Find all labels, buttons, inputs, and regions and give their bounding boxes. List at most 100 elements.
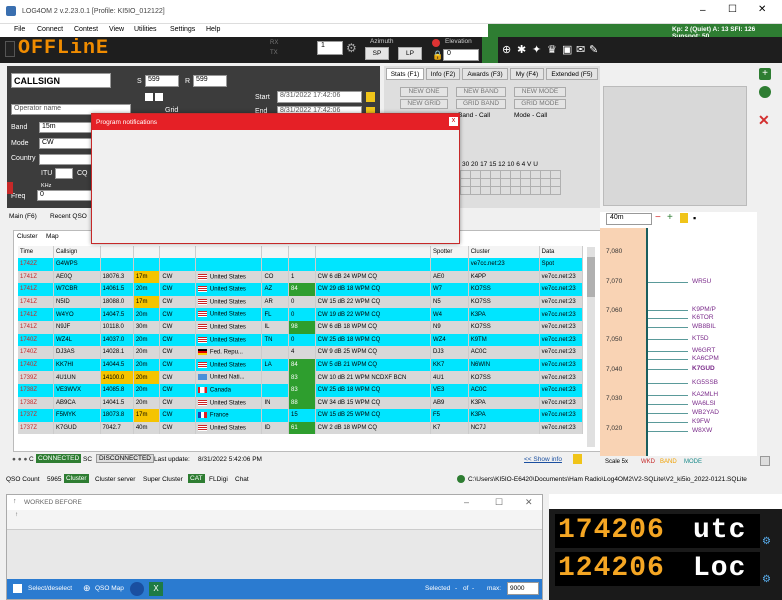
qso-map-button[interactable]: QSO Map: [95, 585, 124, 592]
spot-callsign[interactable]: K9FW: [692, 418, 710, 425]
rig-spin[interactable]: 1: [317, 41, 343, 55]
super-cluster-label[interactable]: Super Cluster: [143, 476, 183, 483]
excel-icon[interactable]: X: [149, 582, 163, 596]
menu-utilities[interactable]: Utilities: [134, 26, 157, 33]
tab-map[interactable]: Map: [46, 233, 59, 240]
menu-settings[interactable]: Settings: [170, 26, 195, 33]
antenna-icon[interactable]: [482, 37, 498, 63]
disconnected-button[interactable]: DISCONNECTED: [96, 454, 155, 463]
scroll-thumb[interactable]: [587, 257, 595, 297]
col-time[interactable]: Time: [18, 246, 54, 258]
start-lock-icon[interactable]: [366, 92, 375, 102]
col-state[interactable]: [261, 246, 290, 258]
lp-button[interactable]: LP: [398, 47, 422, 60]
clock-settings-icon[interactable]: ⚙: [762, 536, 771, 547]
col-mode[interactable]: [159, 246, 196, 258]
worked-minimize-icon[interactable]: –: [464, 497, 469, 507]
worked-close-icon[interactable]: ✕: [525, 497, 533, 508]
worked-maximize-icon[interactable]: ☐: [495, 497, 503, 508]
clear-icon[interactable]: ✕: [758, 112, 770, 129]
tab-cluster[interactable]: Cluster: [17, 233, 38, 240]
spot-callsign[interactable]: K6TOR: [692, 314, 714, 321]
spot-callsign[interactable]: WR5U: [692, 278, 711, 285]
cat-status-button[interactable]: CAT: [188, 474, 205, 483]
col-cluster[interactable]: Cluster: [468, 246, 540, 258]
spot-callsign[interactable]: K7GUD: [692, 365, 715, 372]
award-icon[interactable]: ♛: [547, 43, 557, 56]
minimize-icon[interactable]: –: [700, 5, 706, 16]
menu-help[interactable]: Help: [206, 26, 220, 33]
spot-callsign[interactable]: K9PM/P: [692, 306, 716, 313]
pin-icon[interactable]: ↑: [13, 498, 17, 505]
freq-input[interactable]: 0: [37, 190, 97, 201]
spot-callsign[interactable]: WA6LSI: [692, 400, 716, 407]
add-icon[interactable]: +: [759, 68, 771, 80]
itu-input[interactable]: [55, 168, 73, 179]
tab-stats[interactable]: Stats (F1): [386, 68, 424, 80]
spot-callsign[interactable]: KG5SSB: [692, 379, 718, 386]
table-row[interactable]: 1741Z AE0Q 18076.3 17m CW United States CO 1 CW …: [18, 270, 584, 284]
table-row[interactable]: 1740Z KK7HI 14044.5 20m CW United States LA 84 C…: [18, 358, 584, 372]
col-data[interactable]: Data: [539, 246, 584, 258]
table-row[interactable]: 1741Z W4YO 14047.5 20m CW United States FL 0 CW …: [18, 308, 584, 321]
qso-map-icon[interactable]: ⊕: [83, 583, 91, 594]
globe-icon[interactable]: ⊕: [502, 43, 511, 56]
start-time-input[interactable]: 8/31/2022 17:42:06: [277, 91, 362, 103]
cluster-scrollbar[interactable]: [587, 247, 595, 447]
spot-callsign[interactable]: KA6CPM: [692, 355, 719, 362]
table-row[interactable]: 1741Z N5ID 18088.0 17m CW United States AR 0 CW …: [18, 295, 584, 309]
table-row[interactable]: 1739Z 4U1UN 14100.0 20m CW United Nati... 83 CW…: [18, 371, 584, 384]
col-snr[interactable]: [288, 246, 316, 258]
col-band[interactable]: [133, 246, 161, 258]
spot-callsign[interactable]: KT5D: [692, 335, 709, 342]
cluster-status-button[interactable]: Cluster: [64, 474, 89, 483]
gear-icon[interactable]: ⚙: [346, 41, 357, 55]
google-earth-icon[interactable]: [130, 582, 144, 596]
dialog-close-button[interactable]: x: [449, 117, 458, 126]
spot-callsign[interactable]: KA2MLH: [692, 391, 718, 398]
band-select[interactable]: 15m: [39, 122, 99, 133]
rst-rcvd-select[interactable]: 599: [193, 75, 227, 87]
table-row[interactable]: 1737Z K7GUD 7042.7 40m CW United States ID 61 CW…: [18, 421, 584, 435]
tab-my[interactable]: My (F4): [510, 68, 544, 80]
table-row[interactable]: 1742Z G4WPS ve7cc.net:23 Spot: [18, 258, 584, 271]
spot-callsign[interactable]: W6GRT: [692, 347, 715, 354]
table-row[interactable]: 1740Z WZ4L 14037.0 20m CW United States TN 0 CW …: [18, 333, 584, 347]
tab-info[interactable]: Info (F2): [426, 68, 460, 80]
table-row[interactable]: 1740Z DJ3AS 14028.1 20m CW Fed. Repu... 4 CW 9 …: [18, 346, 584, 359]
spot-callsign[interactable]: WB8BIL: [692, 323, 716, 330]
menu-file[interactable]: File: [14, 26, 25, 33]
close-icon[interactable]: ✕: [758, 4, 766, 15]
show-info-link[interactable]: << Show info: [524, 456, 562, 463]
elevation-input[interactable]: 0: [443, 49, 479, 61]
table-row[interactable]: 1738Z AB9CA 14041.5 20m CW United States IN 88 C…: [18, 396, 584, 410]
connected-button[interactable]: CONNECTED: [36, 454, 82, 463]
table-row[interactable]: 1737Z F5MYK 18073.8 17m CW France 15 CW 15 dB 2…: [18, 409, 584, 422]
col-comment[interactable]: [315, 246, 431, 258]
worked-sort-icon[interactable]: ↑: [15, 512, 18, 518]
table-row[interactable]: 1741Z W7CBR 14061.5 20m CW United States AZ 84 C…: [18, 283, 584, 296]
tab-recent-qso[interactable]: Recent QSO: [50, 213, 87, 220]
spot-callsign[interactable]: W8XW: [692, 427, 712, 434]
maximize-icon[interactable]: ☐: [728, 4, 737, 15]
refresh-icon[interactable]: [759, 86, 771, 98]
chat-icon[interactable]: ✉: [576, 43, 585, 56]
select-icon[interactable]: [13, 584, 22, 593]
sat-icon[interactable]: ✦: [532, 43, 541, 56]
col-freq[interactable]: [100, 246, 134, 258]
rotor-stop-icon[interactable]: [432, 39, 440, 47]
spot-callsign[interactable]: WB2YAD: [692, 409, 719, 416]
lock-icon[interactable]: 🔒: [432, 50, 443, 61]
cluster-icon[interactable]: ✱: [517, 43, 526, 56]
col-spotter[interactable]: Spotter: [430, 246, 469, 258]
chat-label[interactable]: Chat: [235, 476, 249, 483]
clock-settings-icon-2[interactable]: ⚙: [762, 574, 771, 585]
tab-extended[interactable]: Extended (F5): [546, 68, 598, 80]
col-callsign[interactable]: Callsign: [53, 246, 101, 258]
select-deselect-button[interactable]: Select/deselect: [28, 585, 72, 592]
table-row[interactable]: 1738Z VE3WVX 14085.8 20m CW Canada 83 CW 25 dB …: [18, 383, 584, 397]
col-country[interactable]: [195, 246, 263, 258]
menu-connect[interactable]: Connect: [37, 26, 63, 33]
sp-button[interactable]: SP: [365, 47, 389, 60]
menu-contest[interactable]: Contest: [74, 26, 98, 33]
